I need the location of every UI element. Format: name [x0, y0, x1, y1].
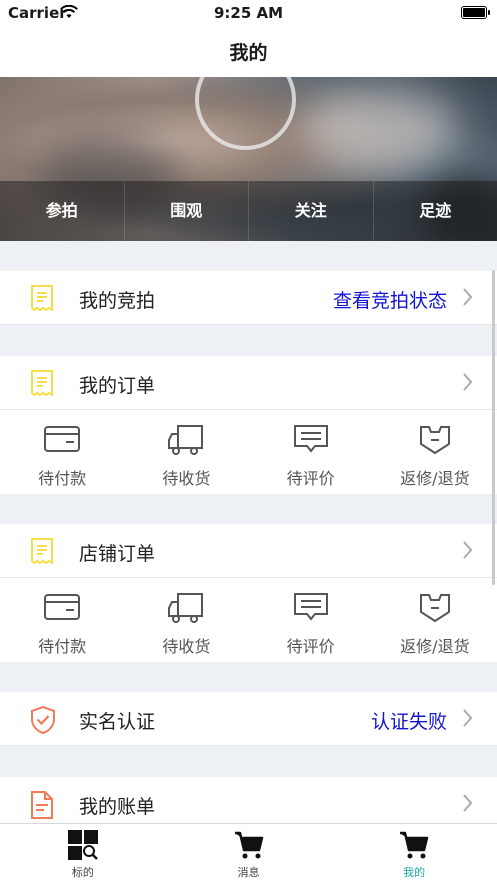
page-title: 我的 [229, 42, 268, 64]
cart-icon [234, 831, 263, 859]
shop-order-status-shortcuts: 待付款 待收货 待评价 返修/退货 [0, 578, 497, 662]
shop-orders-label: 店铺订单 [79, 543, 156, 565]
shop-pending-payment-button[interactable]: 待付款 [0, 578, 124, 662]
shop-orders-row[interactable]: 店铺订单 [0, 524, 497, 578]
tab-mine[interactable]: 我的 [331, 824, 497, 883]
truck-icon [168, 425, 204, 455]
return-box-icon [419, 426, 450, 455]
wallet-icon [44, 594, 81, 620]
pending-review-button[interactable]: 待评价 [249, 410, 373, 494]
receipt-icon [31, 538, 53, 564]
tab-participated[interactable]: 参拍 [0, 181, 125, 241]
chevron-right-icon [463, 541, 473, 559]
comment-icon [293, 425, 328, 453]
receipt-icon [31, 370, 53, 396]
profile-header: 参拍 围观 关注 足迹 [0, 77, 497, 241]
tab-bar: 标的 消息 我的 [0, 823, 497, 883]
chevron-right-icon [463, 709, 473, 727]
wallet-icon [44, 426, 81, 452]
battery-icon [461, 6, 490, 19]
tab-messages[interactable]: 消息 [166, 824, 332, 883]
chevron-right-icon [463, 373, 473, 391]
verification-row[interactable]: 实名认证 认证失败 [0, 692, 497, 746]
tab-watching[interactable]: 围观 [125, 181, 249, 241]
grid-search-icon [67, 830, 98, 860]
comment-icon [293, 593, 328, 621]
my-bill-label: 我的账单 [79, 796, 156, 818]
tab-following[interactable]: 关注 [249, 181, 374, 241]
tab-footprints[interactable]: 足迹 [374, 181, 497, 241]
verification-status[interactable]: 认证失败 [371, 707, 447, 734]
shop-repair-return-button[interactable]: 返修/退货 [373, 578, 497, 662]
truck-icon [168, 593, 204, 623]
shop-pending-receipt-button[interactable]: 待收货 [124, 578, 248, 662]
my-auctions-row[interactable]: 我的竞拍 查看竞拍状态 [0, 271, 497, 325]
repair-return-button[interactable]: 返修/退货 [373, 410, 497, 494]
nav-bar: 我的 [0, 26, 497, 77]
chevron-right-icon [463, 288, 473, 306]
cart-icon [400, 831, 429, 859]
my-auctions-label: 我的竞拍 [79, 290, 156, 312]
auction-status-link[interactable]: 查看竞拍状态 [333, 286, 447, 313]
profile-stats-bar: 参拍 围观 关注 足迹 [0, 181, 497, 241]
order-status-shortcuts: 待付款 待收货 待评价 返修/退货 [0, 410, 497, 494]
document-icon [31, 791, 53, 819]
scrollbar[interactable] [492, 270, 495, 585]
my-orders-row[interactable]: 我的订单 [0, 356, 497, 410]
receipt-icon [31, 285, 53, 311]
shield-check-icon [31, 706, 55, 734]
status-bar: Carrier 9:25 AM [0, 0, 497, 26]
verification-label: 实名认证 [79, 711, 156, 733]
tab-listings[interactable]: 标的 [0, 824, 166, 883]
return-box-icon [419, 594, 450, 623]
avatar[interactable] [195, 77, 296, 150]
pending-receipt-button[interactable]: 待收货 [124, 410, 248, 494]
my-orders-label: 我的订单 [79, 375, 156, 397]
shop-pending-review-button[interactable]: 待评价 [249, 578, 373, 662]
chevron-right-icon [463, 794, 473, 812]
pending-payment-button[interactable]: 待付款 [0, 410, 124, 494]
clock: 9:25 AM [213, 4, 284, 22]
